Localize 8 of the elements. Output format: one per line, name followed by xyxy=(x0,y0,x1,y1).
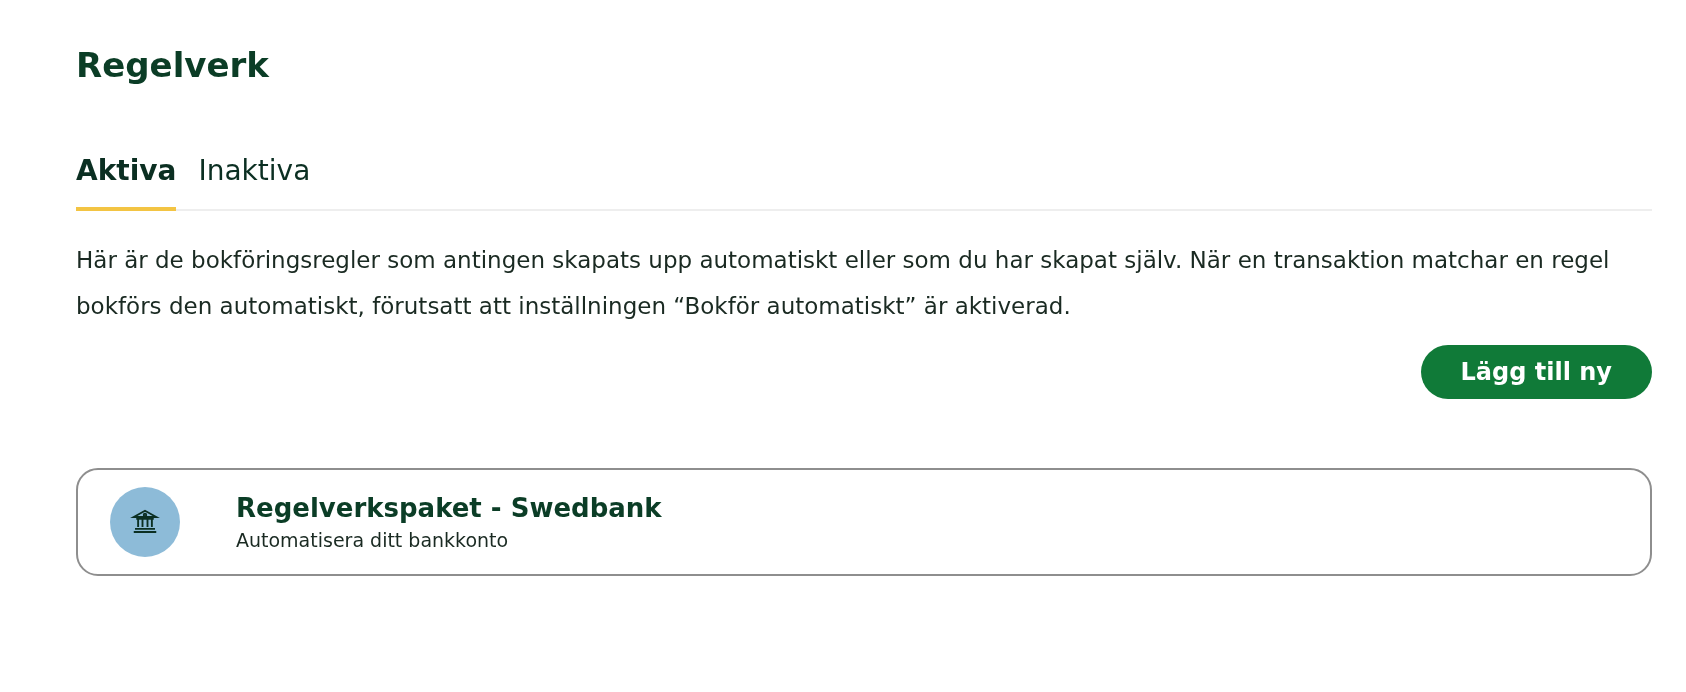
tab[interactable]: Aktiva xyxy=(76,154,177,211)
page-title: Regelverk xyxy=(76,44,270,87)
tab[interactable]: Inaktiva xyxy=(198,154,311,211)
description-text: Här är de bokföringsregler som antingen skapats upp automatiskt eller som du har skapat själv. När en transaktion matchar en regel bokförs den automatiskt, förutsatt att inställningen “Bokför automatiskt” är aktiverad. xyxy=(76,246,1611,321)
add-new-button[interactable]: Lägg till ny xyxy=(1420,345,1652,399)
package-title: Regelverkspaket - Swedbank xyxy=(236,493,662,523)
package-subtitle: Automatisera ditt bankkonto xyxy=(236,529,510,551)
rule-package-card[interactable]: Regelverkspaket - Swedbank Automatisera ditt bankkonto xyxy=(76,468,1652,576)
